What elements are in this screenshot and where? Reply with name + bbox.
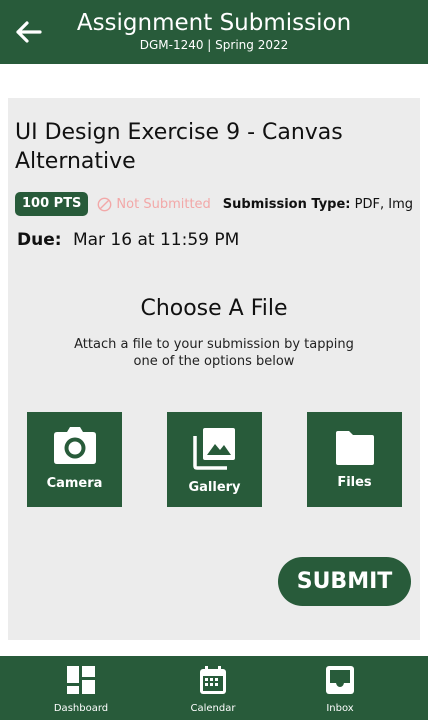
camera-option-label: Camera bbox=[46, 476, 103, 491]
camera-icon bbox=[27, 426, 122, 466]
gallery-option-label: Gallery bbox=[188, 480, 241, 495]
nav-label-dashboard: Dashboard bbox=[53, 703, 109, 714]
submission-status: Not Submitted bbox=[97, 196, 211, 212]
inbox-icon bbox=[290, 665, 390, 695]
due-date: Due: Mar 16 at 11:59 PM bbox=[17, 229, 239, 251]
page-title: Assignment Submission bbox=[76, 10, 352, 36]
due-label: Due: bbox=[17, 230, 62, 250]
choose-file-description: Attach a file to your submission by tapp… bbox=[74, 337, 354, 369]
dashboard-icon bbox=[31, 665, 131, 695]
files-option-label: Files bbox=[337, 475, 372, 490]
calendar-icon bbox=[163, 665, 263, 695]
status-text: Not Submitted bbox=[116, 196, 211, 212]
assignment-meta: 100 PTS Not Submitted Submission Type: P… bbox=[15, 192, 419, 216]
files-option-button[interactable]: Files bbox=[307, 412, 402, 507]
nav-label-calendar: Calendar bbox=[190, 703, 236, 714]
nav-item-inbox[interactable]: Inbox bbox=[290, 656, 390, 720]
assignment-card: UI Design Exercise 9 - Canvas Alternativ… bbox=[8, 98, 420, 640]
folder-icon bbox=[307, 430, 402, 466]
bottom-navigation: Dashboard Calendar Inbox bbox=[0, 656, 428, 720]
due-value: Mar 16 at 11:59 PM bbox=[72, 230, 240, 250]
submission-type-label: Submission Type: bbox=[222, 196, 351, 212]
points-badge: 100 PTS bbox=[15, 192, 89, 216]
back-button[interactable] bbox=[12, 17, 44, 47]
submission-type: Submission Type: PDF, Img bbox=[223, 197, 413, 212]
camera-option-button[interactable]: Camera bbox=[27, 412, 122, 507]
arrow-left-icon bbox=[16, 21, 42, 43]
submit-button[interactable]: SUBMIT bbox=[278, 557, 411, 606]
course-subtitle: DGM-1240 | Spring 2022 bbox=[139, 38, 289, 52]
submission-type-value: PDF, Img bbox=[354, 196, 413, 212]
nav-item-dashboard[interactable]: Dashboard bbox=[31, 656, 131, 720]
gallery-option-button[interactable]: Gallery bbox=[167, 412, 262, 507]
not-allowed-icon bbox=[97, 197, 112, 212]
choose-file-title: Choose A File bbox=[140, 296, 288, 321]
nav-item-calendar[interactable]: Calendar bbox=[163, 656, 263, 720]
nav-label-inbox: Inbox bbox=[326, 703, 354, 714]
app-header: Assignment Submission DGM-1240 | Spring … bbox=[0, 0, 428, 64]
gallery-icon bbox=[167, 426, 262, 470]
assignment-title: UI Design Exercise 9 - Canvas Alternativ… bbox=[15, 120, 343, 174]
